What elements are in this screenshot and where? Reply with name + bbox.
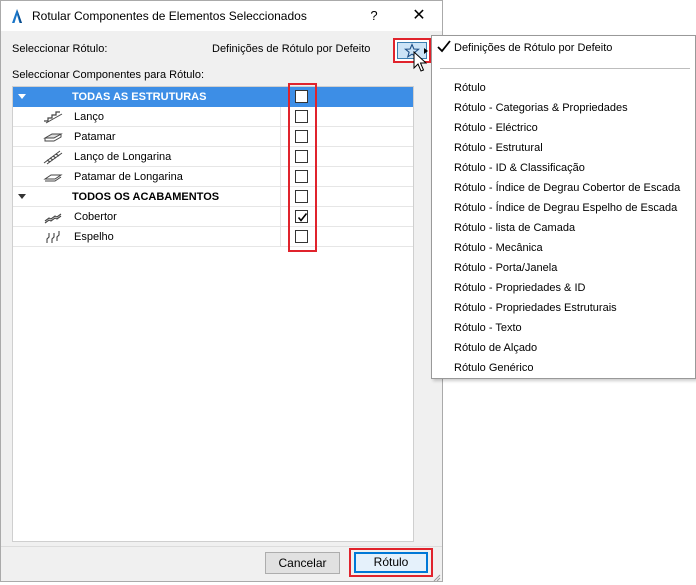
landing-icon (42, 129, 64, 145)
component-row-landing[interactable]: Patamar (13, 127, 413, 147)
menu-item[interactable]: Rótulo - Índice de Degrau Espelho de Esc… (454, 202, 677, 214)
footer-divider (1, 546, 442, 547)
category-checkbox[interactable] (295, 190, 308, 203)
archicad-app-icon (9, 8, 25, 24)
label-button-highlight: Rótulo (349, 548, 433, 577)
cancel-button[interactable]: Cancelar (265, 552, 340, 574)
resize-grip-icon[interactable] (431, 572, 441, 582)
menu-item[interactable]: Rótulo - Estrutural (454, 142, 543, 154)
component-label: Cobertor (74, 211, 117, 223)
component-label: Espelho (74, 231, 114, 243)
collapse-triangle-icon[interactable] (18, 94, 26, 99)
tread-icon (42, 209, 64, 225)
menu-item[interactable]: Rótulo - Propriedades & ID (454, 282, 585, 294)
category-row-all-finishes[interactable]: TODOS OS ACABAMENTOS (13, 187, 413, 207)
label-favorites-menu: Definições de Rótulo por Defeito Rótulo R… (431, 35, 696, 379)
collapse-triangle-icon[interactable] (18, 194, 26, 199)
component-row-stringer-landing[interactable]: Patamar de Longarina (13, 167, 413, 187)
checkmark-icon (436, 40, 452, 57)
menu-item[interactable]: Rótulo - Porta/Janela (454, 262, 557, 274)
label-components-dialog: Rotular Componentes de Elementos Selecci… (0, 0, 443, 582)
select-label-caption: Seleccionar Rótulo: (12, 43, 108, 55)
menu-item[interactable]: Rótulo - Categorias & Propriedades (454, 102, 628, 114)
component-checkbox[interactable] (295, 230, 308, 243)
component-label: Patamar de Longarina (74, 171, 183, 183)
menu-item[interactable]: Rótulo (454, 82, 486, 94)
menu-item[interactable]: Rótulo - Texto (454, 322, 522, 334)
menu-item[interactable]: Rótulo - Índice de Degrau Cobertor de Es… (454, 182, 680, 194)
flight-icon (42, 109, 64, 125)
menu-item[interactable]: Rótulo - Eléctrico (454, 122, 538, 134)
component-checkbox[interactable] (295, 130, 308, 143)
components-heading: Seleccionar Componentes para Rótulo: (12, 69, 205, 81)
component-checkbox[interactable] (295, 110, 308, 123)
menu-item[interactable]: Rótulo - Mecânica (454, 242, 543, 254)
component-row-stringer-flight[interactable]: Lanço de Longarina (13, 147, 413, 167)
menu-item-default-settings[interactable]: Definições de Rótulo por Defeito (454, 42, 612, 54)
category-label: TODOS OS ACABAMENTOS (72, 191, 220, 203)
close-button[interactable]: ✕ (409, 6, 429, 26)
component-label: Lanço de Longarina (74, 151, 172, 163)
mouse-cursor-icon (413, 50, 428, 76)
menu-item[interactable]: Rótulo - Propriedades Estruturais (454, 302, 617, 314)
component-row-flight[interactable]: Lanço (13, 107, 413, 127)
current-label-value: Definições de Rótulo por Defeito (212, 43, 371, 55)
label-button[interactable]: Rótulo (354, 552, 428, 573)
category-row-all-structures[interactable]: TODAS AS ESTRUTURAS (13, 87, 413, 107)
component-row-tread[interactable]: Cobertor (13, 207, 413, 227)
menu-item[interactable]: Rótulo - ID & Classificação (454, 162, 585, 174)
menu-item[interactable]: Rótulo de Alçado (454, 342, 537, 354)
stringer-flight-icon (42, 149, 64, 165)
components-tree: TODAS AS ESTRUTURAS Lanço Patamar Lanço … (12, 86, 414, 542)
title-bar: Rotular Componentes de Elementos Selecci… (1, 1, 442, 31)
component-row-riser[interactable]: Espelho (13, 227, 413, 247)
dialog-title: Rotular Componentes de Elementos Selecci… (32, 9, 307, 23)
checkmark-icon (297, 213, 308, 222)
component-checkbox[interactable] (295, 150, 308, 163)
component-label: Patamar (74, 131, 116, 143)
component-checkbox[interactable] (295, 210, 308, 223)
menu-item[interactable]: Rótulo Genérico (454, 362, 534, 374)
menu-item[interactable]: Rótulo - lista de Camada (454, 222, 575, 234)
category-checkbox[interactable] (295, 90, 308, 103)
riser-icon (42, 229, 64, 245)
help-button[interactable]: ? (365, 6, 383, 26)
category-label: TODAS AS ESTRUTURAS (72, 91, 207, 103)
component-label: Lanço (74, 111, 104, 123)
menu-separator (440, 68, 690, 69)
stringer-landing-icon (42, 169, 64, 185)
component-checkbox[interactable] (295, 170, 308, 183)
